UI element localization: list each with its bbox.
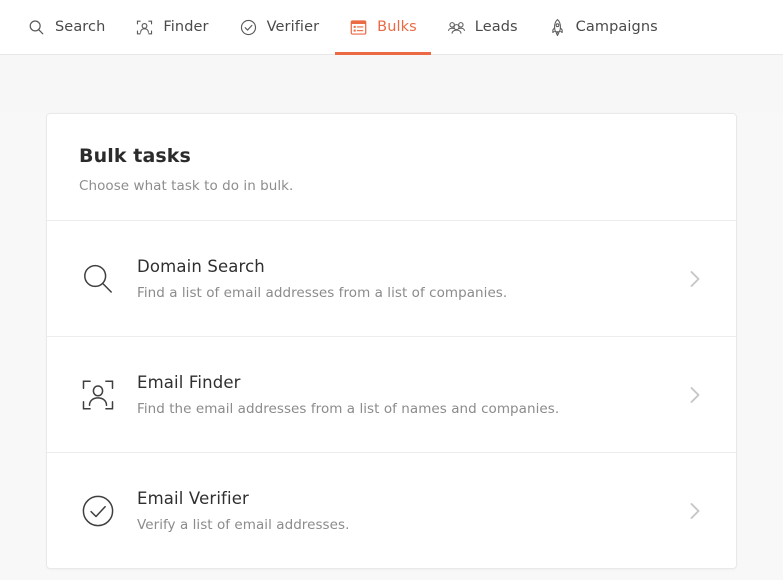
task-description: Verify a list of email addresses.	[137, 516, 350, 533]
magnifier-icon	[79, 260, 131, 298]
card-header: Bulk tasks Choose what task to do in bul…	[47, 114, 736, 220]
task-name: Email Verifier	[137, 488, 249, 508]
task-description: Find the email addresses from a list of …	[137, 400, 560, 417]
nav-item-label: Bulks	[377, 18, 417, 35]
list-icon	[349, 18, 368, 37]
person-frame-icon	[79, 376, 131, 414]
page-content: Bulk tasks Choose what task to do in bul…	[0, 113, 783, 580]
nav-item-bulks[interactable]: Bulks	[334, 0, 432, 55]
nav-item-label: Leads	[474, 18, 518, 35]
task-row-email-finder[interactable]: Email Finder Find the email addresses fr…	[47, 336, 736, 452]
page-title: Bulk tasks	[79, 145, 191, 167]
person-frame-icon	[135, 18, 154, 37]
task-description: Find a list of email addresses from a li…	[137, 284, 508, 301]
nav-item-label: Finder	[163, 18, 209, 35]
nav-item-label: Verifier	[266, 18, 320, 35]
nav-item-search[interactable]: Search	[12, 0, 120, 54]
task-name: Domain Search	[137, 256, 265, 276]
check-circle-icon	[239, 18, 258, 37]
task-row-email-verifier[interactable]: Email Verifier Verify a list of email ad…	[47, 452, 736, 568]
task-text: Email Finder Find the email addresses fr…	[131, 373, 678, 417]
task-name: Email Finder	[137, 372, 241, 392]
task-text: Domain Search Find a list of email addre…	[131, 257, 678, 301]
nav-item-leads[interactable]: Leads	[432, 0, 533, 54]
main-navigation: Search Finder Verifier Bulks Leads Campa…	[0, 0, 783, 55]
rocket-icon	[548, 18, 567, 37]
search-icon	[27, 18, 46, 37]
nav-item-finder[interactable]: Finder	[120, 0, 223, 54]
task-row-domain-search[interactable]: Domain Search Find a list of email addre…	[47, 220, 736, 336]
nav-item-campaigns[interactable]: Campaigns	[533, 0, 673, 54]
page-subtitle: Choose what task to do in bulk.	[79, 178, 294, 194]
nav-item-label: Campaigns	[575, 18, 658, 35]
chevron-right-icon[interactable]	[678, 383, 712, 407]
task-text: Email Verifier Verify a list of email ad…	[131, 489, 678, 533]
people-icon	[447, 18, 466, 37]
chevron-right-icon[interactable]	[678, 499, 712, 523]
bulk-tasks-card: Bulk tasks Choose what task to do in bul…	[46, 113, 737, 569]
nav-item-verifier[interactable]: Verifier	[224, 0, 335, 54]
chevron-right-icon[interactable]	[678, 267, 712, 291]
nav-item-label: Search	[55, 18, 106, 35]
check-circle-icon	[79, 492, 131, 530]
